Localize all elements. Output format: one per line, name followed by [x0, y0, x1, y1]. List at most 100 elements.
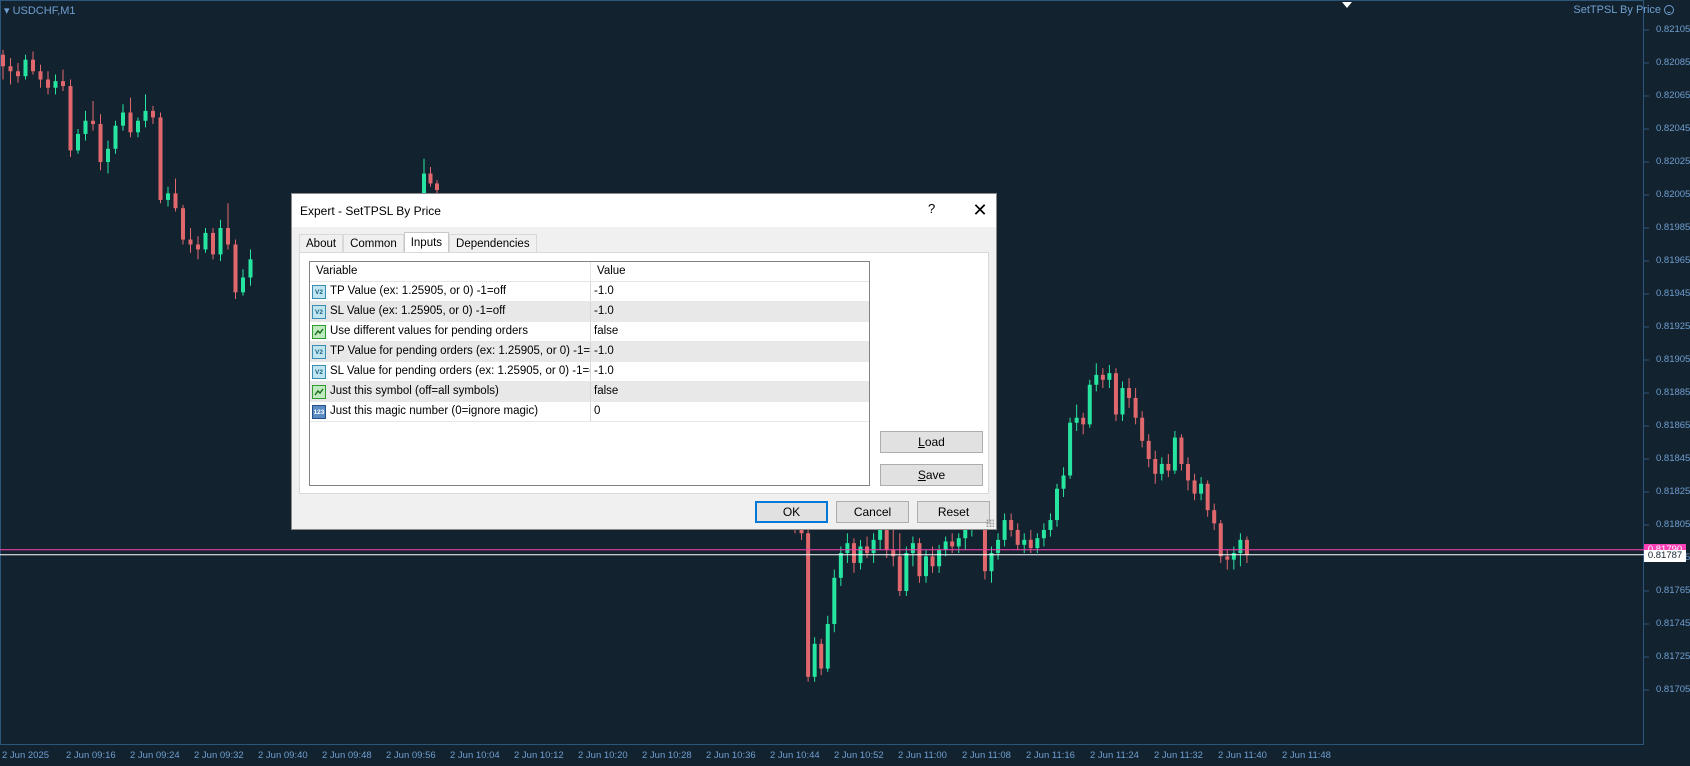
save-button[interactable]: Save: [880, 464, 983, 486]
candle-body: [241, 277, 245, 293]
close-icon[interactable]: ✕: [967, 198, 993, 222]
candle-body: [1061, 475, 1066, 489]
time-tick-label: 2 Jun 10:52: [834, 750, 884, 761]
tab-about[interactable]: About: [299, 234, 344, 253]
time-tick-label: 2 Jun 11:00: [898, 750, 947, 761]
candle-body: [1048, 520, 1053, 530]
candle-body: [23, 59, 28, 77]
time-tick-label: 2 Jun 11:40: [1218, 750, 1267, 761]
smiley-icon: [1664, 5, 1674, 15]
price-tick-label: 0.81825: [1656, 486, 1690, 497]
tab-common[interactable]: Common: [343, 234, 404, 253]
candle-body: [1146, 440, 1151, 459]
candle-body: [1244, 539, 1249, 555]
time-tick-label: 2 Jun 10:12: [514, 750, 564, 761]
candle-body: [989, 553, 994, 572]
candle-body: [151, 110, 155, 118]
table-row[interactable]: V2 SL Value (ex: 1.25905, or 0) -1=off -1…: [310, 302, 869, 322]
table-row[interactable]: Just this symbol (off=all symbols) false: [310, 382, 869, 402]
symbol-label[interactable]: ▾ USDCHF,M1: [4, 4, 76, 17]
double-icon: V2: [312, 344, 326, 359]
variable-name: Just this symbol (off=all symbols): [330, 385, 499, 397]
candle-body: [1166, 463, 1171, 471]
dialog-titlebar[interactable]: Expert - SetTPSL By Price ? ✕: [292, 194, 996, 227]
double-icon: V2: [312, 304, 326, 319]
resize-grip-icon[interactable]: [986, 519, 994, 527]
dialog-title: Expert - SetTPSL By Price: [300, 203, 441, 218]
table-row[interactable]: Use different values for pending orders …: [310, 322, 869, 342]
expert-dialog: Expert - SetTPSL By Price ? ✕ About Comm…: [291, 193, 997, 530]
candle-body: [1199, 483, 1204, 494]
candle-body: [128, 112, 133, 133]
candle-body: [1179, 437, 1184, 464]
candle-body: [1153, 459, 1158, 474]
table-row[interactable]: V2 TP Value for pending orders (ex: 1.259…: [310, 342, 869, 362]
value-cell[interactable]: false: [591, 382, 869, 401]
time-tick-label: 2 Jun 10:28: [642, 750, 692, 761]
shift-marker-icon[interactable]: [1342, 2, 1352, 8]
ea-label[interactable]: SetTPSL By Price: [1573, 4, 1674, 16]
cancel-button[interactable]: Cancel: [836, 501, 909, 523]
table-row[interactable]: 123 Just this magic number (0=ignore magi…: [310, 402, 869, 422]
variable-name: SL Value for pending orders (ex: 1.25905…: [330, 365, 591, 377]
value-cell[interactable]: -1.0: [591, 342, 869, 361]
reset-button[interactable]: Reset: [917, 501, 990, 523]
value-cell[interactable]: false: [591, 322, 869, 341]
candle-body: [1100, 374, 1105, 380]
double-icon: V2: [312, 284, 326, 299]
candle-body: [143, 110, 148, 121]
help-button[interactable]: ?: [928, 201, 935, 216]
candle-body: [196, 244, 200, 250]
load-button[interactable]: Load: [880, 431, 983, 453]
candle-body: [1186, 463, 1190, 481]
price-tick-label: 0.81805: [1656, 519, 1690, 530]
value-cell[interactable]: -1.0: [591, 282, 869, 301]
value-cell[interactable]: 0: [591, 402, 869, 421]
double-icon: V2: [312, 364, 326, 379]
candle-body: [68, 86, 73, 151]
candle-body: [16, 71, 20, 77]
value-cell[interactable]: -1.0: [591, 362, 869, 381]
tab-dependencies[interactable]: Dependencies: [449, 234, 537, 253]
time-tick-label: 2 Jun 2025: [2, 750, 50, 761]
variable-name: SL Value (ex: 1.25905, or 0) -1=off: [330, 305, 506, 317]
value-cell[interactable]: -1.0: [591, 302, 869, 321]
price-tick-label: 0.82025: [1656, 156, 1690, 167]
time-tick-label: 2 Jun 09:48: [322, 750, 372, 761]
candle-body: [248, 259, 253, 278]
candle-body: [950, 541, 955, 547]
time-tick-label: 2 Jun 09:56: [386, 750, 436, 761]
tab-inputs[interactable]: Inputs: [403, 232, 450, 254]
candle-body: [1231, 553, 1236, 560]
candle-body: [166, 193, 170, 200]
time-tick-label: 2 Jun 10:36: [706, 750, 756, 761]
candle-body: [181, 208, 185, 240]
time-tick-label: 2 Jun 09:16: [66, 750, 116, 761]
candle-body: [98, 124, 103, 162]
ok-button[interactable]: OK: [755, 501, 828, 523]
price-tick-label: 0.81885: [1656, 387, 1690, 398]
candle-body: [1002, 520, 1007, 540]
candle-body: [943, 541, 948, 550]
candle-body: [106, 148, 110, 162]
table-row[interactable]: V2 SL Value for pending orders (ex: 1.259…: [310, 362, 869, 382]
value-column-header[interactable]: Value: [591, 262, 869, 281]
price-tick-label: 0.81925: [1656, 321, 1690, 332]
time-tick-label: 2 Jun 11:16: [1026, 750, 1075, 761]
candle-body: [982, 523, 987, 572]
candle-body: [904, 553, 909, 591]
inputs-panel: Variable Value V2 TP Value (ex: 1.25905, …: [299, 252, 989, 494]
time-tick-label: 2 Jun 09:24: [130, 750, 180, 761]
candle-body: [158, 117, 163, 200]
time-tick-label: 2 Jun 11:48: [1282, 750, 1331, 761]
candle-body: [851, 543, 856, 563]
candle-body: [1127, 388, 1132, 398]
candle-body: [1074, 417, 1079, 423]
variable-column-header[interactable]: Variable: [310, 262, 591, 281]
candle-body: [1140, 417, 1145, 441]
candle-body: [31, 59, 35, 72]
time-tick-label: 2 Jun 11:08: [962, 750, 1011, 761]
table-row[interactable]: V2 TP Value (ex: 1.25905, or 0) -1=off -1…: [310, 282, 869, 302]
candle-body: [1205, 483, 1210, 511]
candle-body: [1022, 539, 1027, 545]
